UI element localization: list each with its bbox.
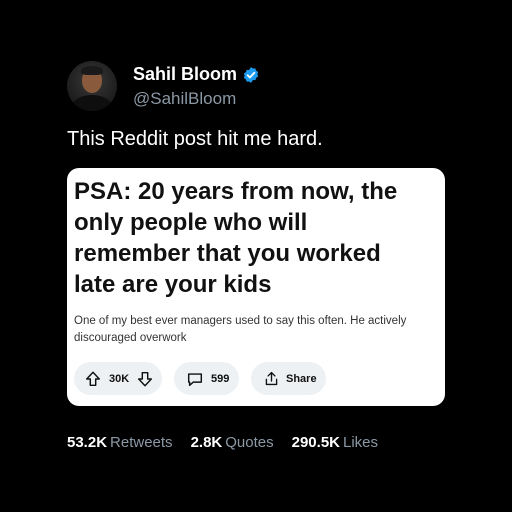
tweet-header: Sahil Bloom @SahilBloom [67,61,467,113]
share-icon [265,371,278,386]
upvote-count: 30K [109,372,130,385]
comment-icon [187,372,203,386]
avatar[interactable] [67,61,117,111]
tweet-stats: 53.2K Retweets 2.8K Quotes 290.5K Likes [67,434,396,451]
author-name-row[interactable]: Sahil Bloom [133,64,260,85]
reddit-post-title: PSA: 20 years from now, the only people … [74,178,398,298]
vote-pill: 30K [74,362,162,395]
share-label: Share [286,372,317,385]
verified-badge-icon [243,66,259,83]
upvote-icon[interactable] [84,370,102,388]
quotes-count: 2.8K [190,434,223,451]
share-button[interactable]: Share [251,362,326,395]
retweets-label: Retweets [110,434,173,451]
quotes-stat[interactable]: 2.8K Quotes [191,434,274,451]
downvote-icon[interactable] [136,370,154,388]
retweets-stat[interactable]: 53.2K Retweets [67,434,173,451]
quotes-label: Quotes [225,434,274,451]
likes-label: Likes [343,434,379,451]
reddit-post-body: One of my best ever managers used to say… [74,315,407,344]
author-handle[interactable]: @SahilBloom [133,89,236,109]
likes-count: 290.5K [291,434,340,451]
comment-count: 599 [211,372,230,385]
reddit-post-card[interactable]: PSA: 20 years from now, the only people … [67,168,445,406]
comments-button[interactable]: 599 [174,362,239,395]
likes-stat[interactable]: 290.5K Likes [292,434,378,451]
retweets-count: 53.2K [67,434,108,451]
tweet-text: This Reddit post hit me hard. [67,128,323,150]
author-name[interactable]: Sahil Bloom [133,64,237,85]
